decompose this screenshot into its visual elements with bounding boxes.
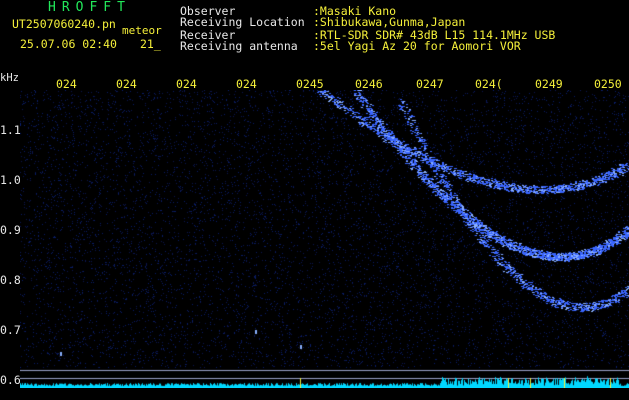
time-tick: 0249 <box>535 77 563 91</box>
frequency-tick: 0.6 <box>0 373 21 387</box>
info-key-location: Receiving Location <box>180 15 305 29</box>
time-tick: 0245 <box>296 77 324 91</box>
time-tick: 024 <box>116 77 137 91</box>
info-value-location: :Shibukawa,Gunma,Japan <box>313 15 466 29</box>
time-tick: 024 <box>56 77 77 91</box>
frequency-tick: 1.0 <box>0 173 21 187</box>
app-title: HROFFT <box>48 0 131 15</box>
frequency-tick: 0.7 <box>0 323 21 337</box>
tag-label: meteor <box>122 24 162 37</box>
frequency-tick: 0.8 <box>0 273 21 287</box>
observation-count: 21_ <box>140 37 161 51</box>
time-tick: 024 <box>236 77 257 91</box>
observation-datetime: 25.07.06 02:40 <box>20 37 117 51</box>
info-value-antenna: :5el Yagi Az 20 for Aomori VOR <box>313 39 521 53</box>
spectrogram-canvas <box>20 90 629 388</box>
frequency-tick: 1.1 <box>0 123 21 137</box>
time-tick: 0250 <box>594 77 622 91</box>
time-tick: 0247 <box>416 77 444 91</box>
time-tick: 024 <box>176 77 197 91</box>
frequency-tick: 0.9 <box>0 223 21 237</box>
time-tick: 024( <box>475 77 503 91</box>
time-tick: 0246 <box>355 77 383 91</box>
info-key-antenna: Receiving antenna <box>180 39 298 53</box>
file-name: UT2507060240.pn <box>12 17 116 31</box>
